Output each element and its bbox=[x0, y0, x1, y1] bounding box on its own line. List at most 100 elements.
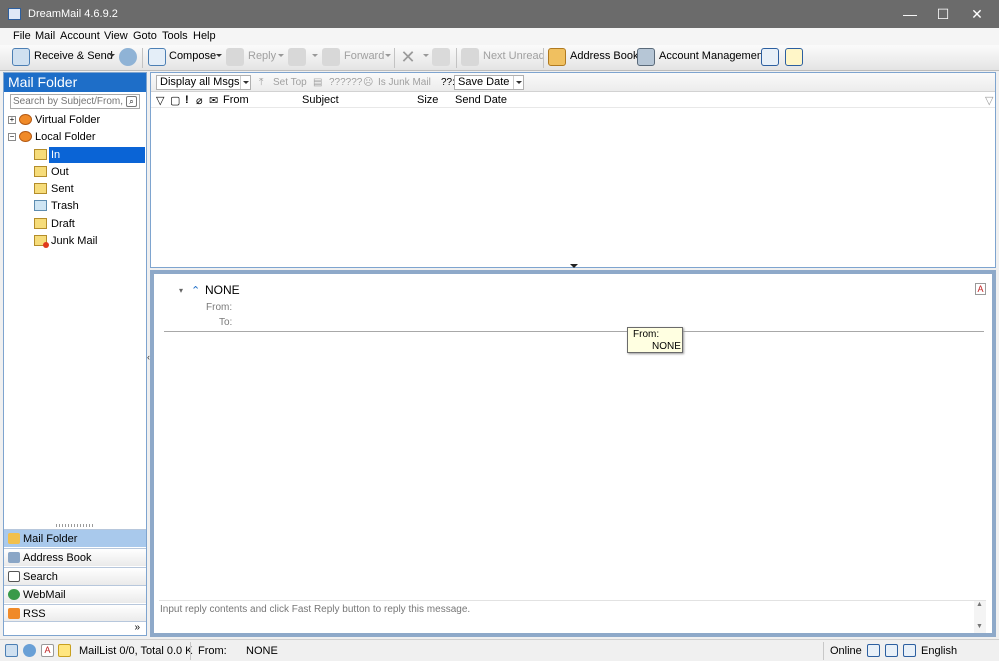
envelope-column-icon[interactable]: ✉ bbox=[209, 94, 218, 107]
menu-help[interactable]: Help bbox=[193, 30, 216, 42]
reply-dropdown-icon[interactable] bbox=[278, 54, 284, 57]
collapse-header-icon[interactable]: ⌃ bbox=[191, 284, 200, 297]
main-toolbar: Receive & Send Compose Reply Forward ✕ N… bbox=[0, 45, 999, 71]
send-receive-status-icon[interactable] bbox=[5, 644, 18, 657]
receive-send-button[interactable]: Receive & Send bbox=[34, 50, 113, 62]
menu-tools[interactable]: Tools bbox=[162, 30, 188, 42]
tree-item-trash[interactable]: Trash bbox=[51, 198, 79, 214]
menu-view[interactable]: View bbox=[104, 30, 128, 42]
scroll-down-icon[interactable]: ▼ bbox=[976, 623, 983, 630]
trash-folder-icon bbox=[34, 200, 47, 211]
column-send-date[interactable]: Send Date bbox=[455, 94, 507, 106]
reply-button[interactable]: Reply bbox=[248, 50, 276, 62]
menu-mail[interactable]: Mail bbox=[35, 30, 55, 42]
nav-search-label: Search bbox=[23, 571, 58, 583]
next-unread-button[interactable]: Next Unread bbox=[483, 50, 545, 62]
language-status[interactable]: English bbox=[921, 645, 957, 657]
chevron-down-icon[interactable] bbox=[240, 76, 250, 89]
nav-address-book[interactable]: Address Book bbox=[4, 548, 146, 566]
layout-vertical-icon[interactable] bbox=[885, 644, 898, 657]
nav-rss[interactable]: RSS bbox=[4, 604, 146, 622]
column-from[interactable]: From bbox=[223, 94, 249, 106]
mail-folder-icon bbox=[8, 533, 20, 544]
fast-reply-box[interactable]: Input reply contents and click Fast Repl… bbox=[159, 600, 986, 633]
tree-item-virtual-folder[interactable]: Virtual Folder bbox=[35, 112, 100, 128]
sort-by-value: Save Date bbox=[458, 76, 510, 88]
close-button[interactable]: ✕ bbox=[960, 0, 994, 28]
layout-icon[interactable] bbox=[761, 48, 779, 66]
junk-icon: ☹ bbox=[363, 77, 374, 88]
tree-item-local-folder[interactable]: Local Folder bbox=[35, 129, 96, 145]
nav-webmail[interactable]: WebMail bbox=[4, 585, 146, 603]
column-subject[interactable]: Subject bbox=[302, 94, 339, 106]
compose-button[interactable]: Compose bbox=[169, 50, 216, 62]
chevron-down-icon[interactable] bbox=[513, 76, 523, 89]
reply-all-icon[interactable] bbox=[288, 48, 306, 66]
maximize-button[interactable]: ☐ bbox=[926, 0, 960, 28]
message-filter-select[interactable]: Display all Msgs bbox=[156, 75, 251, 90]
tree-item-in[interactable]: In bbox=[51, 147, 60, 163]
preview-to-label: To: bbox=[219, 317, 233, 328]
tree-item-junk-mail[interactable]: Junk Mail bbox=[51, 233, 97, 249]
status-separator bbox=[823, 642, 824, 660]
attachment-column-icon[interactable]: ⌀ bbox=[196, 94, 203, 107]
layout-horizontal-icon[interactable] bbox=[867, 644, 880, 657]
tree-item-out[interactable]: Out bbox=[51, 164, 69, 180]
message-preview-pane: ▾ ⌃ NONE A From: To: Input reply content… bbox=[150, 270, 996, 637]
sort-by-select[interactable]: Save Date bbox=[454, 75, 524, 90]
layout-single-icon[interactable] bbox=[903, 644, 916, 657]
forward-dropdown-icon[interactable] bbox=[385, 54, 391, 57]
toolbar-separator bbox=[456, 48, 457, 68]
reply-all-dropdown-icon[interactable] bbox=[312, 54, 318, 57]
read-status-column-icon[interactable]: ▢ bbox=[170, 94, 180, 107]
expand-virtual-folder-icon[interactable]: + bbox=[8, 116, 16, 124]
font-icon[interactable]: A bbox=[41, 644, 54, 657]
delete-icon[interactable]: ✕ bbox=[399, 48, 417, 66]
nav-search[interactable]: Search bbox=[4, 567, 146, 585]
nav-more[interactable]: » bbox=[4, 621, 146, 635]
folder-search: ⌕ bbox=[10, 94, 140, 109]
folder-search-input[interactable] bbox=[11, 95, 123, 108]
account-management-button[interactable]: Account Management bbox=[659, 50, 766, 62]
priority-column-icon[interactable]: ! bbox=[185, 94, 189, 106]
is-junk-mail-button[interactable]: Is Junk Mail bbox=[378, 77, 431, 88]
compose-dropdown-icon[interactable] bbox=[216, 54, 222, 57]
chevron-more-icon[interactable]: » bbox=[134, 622, 140, 633]
pane-splitter-arrow-icon[interactable] bbox=[570, 264, 578, 268]
unknown-action-button[interactable]: ?????? bbox=[329, 77, 362, 88]
menu-account[interactable]: Account bbox=[60, 30, 100, 42]
menu-bar: File Mail Account View Goto Tools Help bbox=[0, 28, 999, 45]
fast-reply-placeholder: Input reply contents and click Fast Repl… bbox=[160, 604, 471, 615]
expand-header-icon[interactable]: ▾ bbox=[179, 286, 183, 295]
column-chooser-icon[interactable]: ▽ bbox=[985, 94, 993, 107]
reply-scrollbar[interactable]: ▲ ▼ bbox=[974, 601, 986, 633]
tree-item-sent[interactable]: Sent bbox=[51, 181, 74, 197]
sort-label: ??: bbox=[441, 77, 455, 88]
print-icon[interactable] bbox=[432, 48, 450, 66]
note-icon[interactable] bbox=[58, 644, 71, 657]
address-book-button[interactable]: Address Book bbox=[570, 50, 638, 62]
status-from-value: NONE bbox=[246, 645, 278, 657]
pane-resize-grip[interactable] bbox=[56, 524, 94, 527]
tree-item-draft[interactable]: Draft bbox=[51, 216, 75, 232]
filter-column-icon[interactable]: ▽ bbox=[156, 94, 164, 107]
nav-mail-folder[interactable]: Mail Folder bbox=[4, 529, 146, 547]
menu-goto[interactable]: Goto bbox=[133, 30, 157, 42]
account-sync-icon[interactable] bbox=[119, 48, 137, 66]
set-top-button[interactable]: Set Top bbox=[273, 77, 307, 88]
delete-dropdown-icon[interactable] bbox=[423, 54, 429, 57]
search-icon bbox=[8, 571, 20, 582]
junk-mail-folder-icon bbox=[34, 235, 49, 248]
scroll-up-icon[interactable]: ▲ bbox=[976, 601, 983, 608]
forward-button[interactable]: Forward bbox=[344, 50, 384, 62]
search-icon[interactable]: ⌕ bbox=[126, 96, 137, 107]
font-size-icon[interactable]: A bbox=[975, 283, 986, 295]
column-size[interactable]: Size bbox=[417, 94, 438, 106]
collapse-local-folder-icon[interactable]: − bbox=[8, 133, 16, 141]
receive-send-dropdown-icon[interactable] bbox=[109, 54, 115, 57]
minimize-button[interactable]: — bbox=[893, 0, 927, 28]
nav-address-book-label: Address Book bbox=[23, 552, 92, 564]
menu-file[interactable]: File bbox=[13, 30, 31, 42]
notes-icon[interactable] bbox=[785, 48, 803, 66]
network-status-icon[interactable] bbox=[23, 644, 36, 657]
